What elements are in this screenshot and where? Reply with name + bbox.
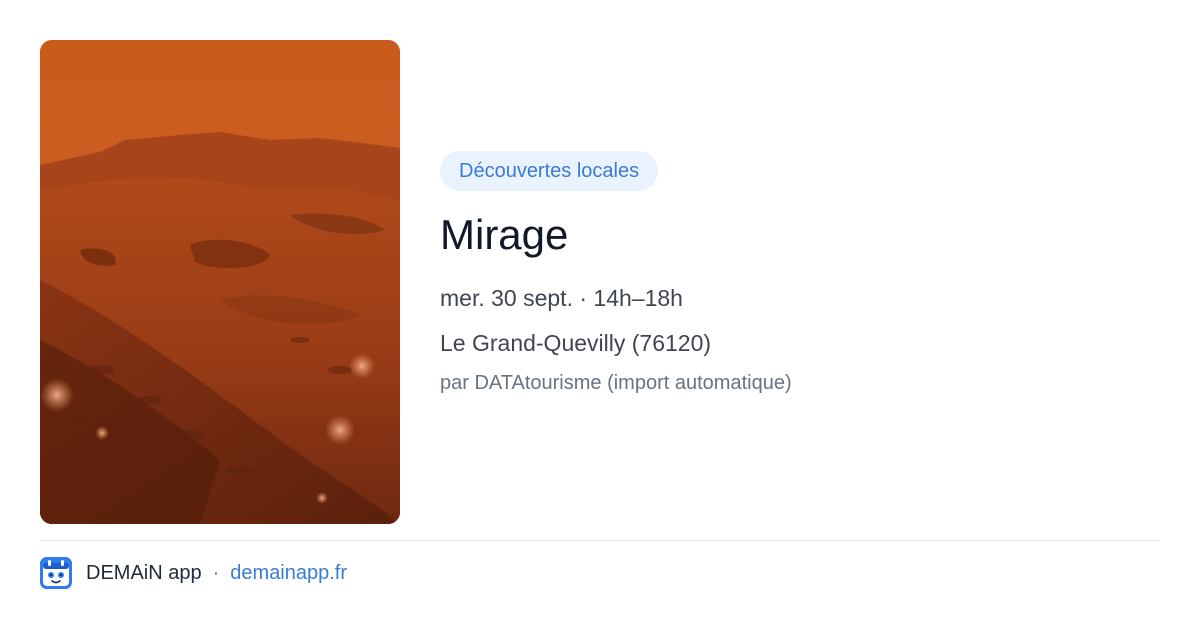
app-name: DEMAiN app [86,561,202,584]
event-date: mer. 30 sept. · 14h–18h [440,285,683,311]
calendar-mascot-icon [40,557,72,589]
event-share-card: Découvertes locales Mirage mer. 30 sept.… [0,0,1200,630]
event-title: Mirage [440,211,569,258]
category-tag[interactable]: Découvertes locales [440,151,659,191]
event-image [40,40,400,524]
event-source: par DATAtourisme (import automatique) [440,372,792,394]
app-website-link[interactable]: demainapp.fr [230,562,347,585]
event-details: Découvertes locales Mirage mer. 30 sept.… [440,151,1160,396]
event-location: Le Grand-Quevilly (76120) [440,330,712,356]
footer: DEMAiN app · demainapp.fr [40,556,347,590]
mars-landscape-photo [40,40,400,524]
divider [40,540,1160,541]
footer-separator: · [212,561,220,584]
